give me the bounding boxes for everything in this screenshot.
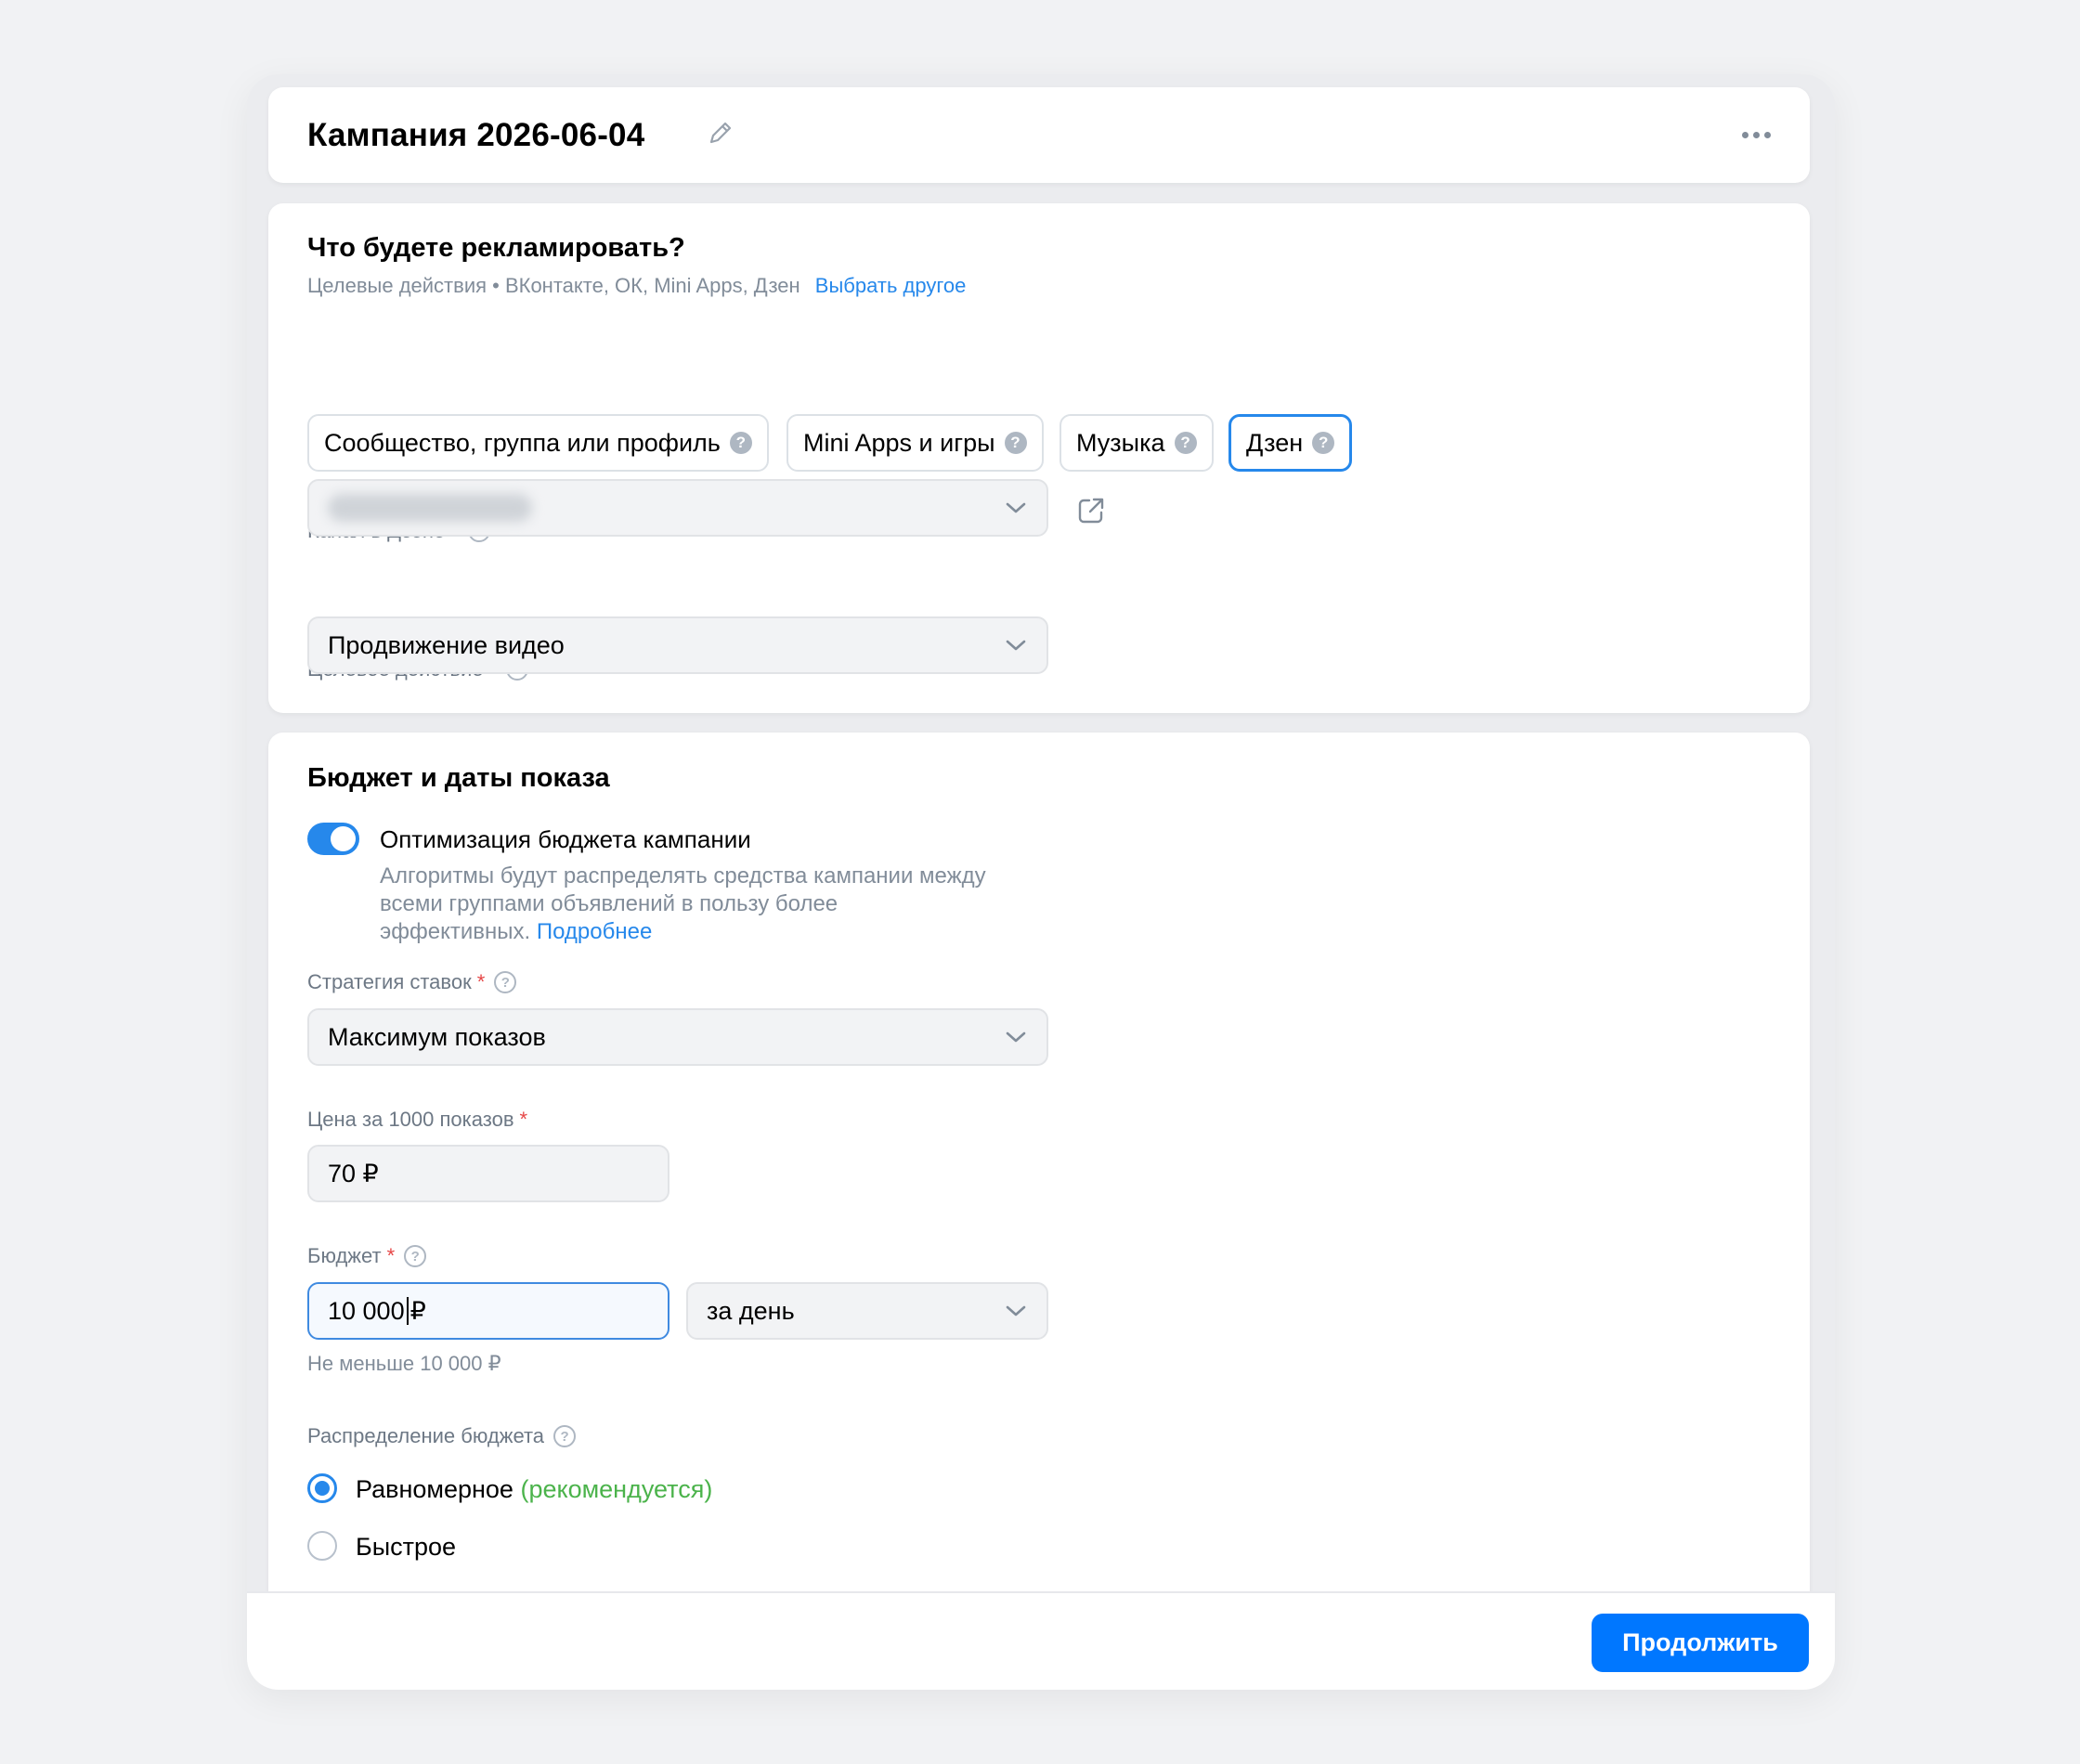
promote-subtitle: Целевые действия • ВКонтакте, ОК, Mini A… (307, 274, 966, 298)
optimization-description: Алгоритмы будут распределять средства ка… (380, 863, 1048, 946)
help-icon[interactable]: ? (1004, 432, 1027, 454)
target-action-value: Продвижение видео (328, 630, 565, 659)
chip-mini-apps[interactable]: Mini Apps и игры ? (786, 414, 1044, 472)
chevron-down-icon (1006, 1031, 1026, 1043)
budget-period-value: за день (707, 1296, 795, 1325)
strategy-field-label: Стратегия ставок * ? (307, 970, 517, 994)
budget-label-text: Бюджет (307, 1244, 382, 1267)
description-line-text: эффективных. (380, 919, 531, 944)
required-mark: * (476, 970, 486, 993)
distribution-field-label: Распределение бюджета ? (307, 1424, 577, 1448)
budget-section: Бюджет и даты показа Оптимизация бюджета… (268, 733, 1810, 1690)
help-icon[interactable]: ? (553, 1425, 577, 1447)
channel-select[interactable] (307, 479, 1048, 537)
chip-label: Mini Apps и игры (803, 428, 995, 457)
external-link-icon[interactable] (1076, 496, 1106, 530)
budget-hint: Не меньше 10 000 ₽ (307, 1352, 501, 1375)
radio-label-text: Равномерное (356, 1475, 514, 1503)
pencil-icon[interactable] (707, 119, 734, 151)
budget-currency: ₽ (410, 1296, 426, 1325)
price-label-text: Цена за 1000 показов (307, 1108, 514, 1131)
price-value: 70 ₽ (328, 1159, 379, 1187)
budget-field-label: Бюджет * ? (307, 1244, 427, 1268)
description-line: всеми группами объявлений в пользу более (380, 891, 838, 916)
chevron-down-icon (1006, 640, 1026, 651)
bid-strategy-value: Максимум показов (328, 1022, 546, 1051)
continue-button[interactable]: Продолжить (1592, 1614, 1809, 1672)
chip-music[interactable]: Музыка ? (1060, 414, 1214, 472)
learn-more-link[interactable]: Подробнее (537, 919, 652, 944)
recommended-note: (рекомендуется) (520, 1475, 713, 1503)
help-icon[interactable]: ? (404, 1245, 427, 1267)
promote-heading: Что будете рекламировать? (307, 233, 685, 263)
radio-even[interactable] (307, 1473, 337, 1503)
chip-dzen[interactable]: Дзен ? (1228, 414, 1353, 472)
help-icon[interactable]: ? (729, 432, 752, 454)
required-mark: * (519, 1108, 528, 1131)
optimization-title: Оптимизация бюджета кампании (380, 825, 751, 853)
help-icon[interactable]: ? (1312, 432, 1335, 454)
optimization-toggle[interactable] (307, 823, 359, 855)
campaign-header: Кампания 2026-06-04 (268, 87, 1810, 183)
footer-bar: Продолжить (247, 1591, 1835, 1690)
distribution-label-text: Распределение бюджета (307, 1424, 545, 1447)
campaign-editor: Кампания 2026-06-04 Что будете рекламиро… (247, 74, 1835, 1690)
budget-amount: 10 000 (328, 1296, 405, 1325)
budget-input[interactable]: 10 000 ₽ (307, 1282, 670, 1340)
description-line: эффективных. Подробнее (380, 918, 1048, 946)
description-line: Алгоритмы будут распределять средства ка… (380, 863, 986, 888)
radio-even-label[interactable]: Равномерное (рекомендуется) (356, 1475, 712, 1504)
strategy-label-text: Стратегия ставок (307, 970, 472, 993)
radio-fast-label[interactable]: Быстрое (356, 1533, 456, 1562)
help-icon[interactable]: ? (494, 971, 517, 993)
target-action-select[interactable]: Продвижение видео (307, 616, 1048, 674)
budget-heading: Бюджет и даты показа (307, 763, 610, 793)
budget-period-select[interactable]: за день (686, 1282, 1048, 1340)
chevron-down-icon (1006, 1305, 1026, 1317)
chip-label: Музыка (1076, 428, 1165, 457)
required-mark: * (386, 1244, 396, 1267)
chip-label: Сообщество, группа или профиль (324, 428, 721, 457)
help-icon[interactable]: ? (1174, 432, 1197, 454)
price-field-label: Цена за 1000 показов * (307, 1108, 527, 1132)
channel-value-blurred (328, 494, 532, 522)
price-input[interactable]: 70 ₽ (307, 1145, 670, 1202)
text-cursor (406, 1297, 409, 1325)
campaign-title: Кампания 2026-06-04 (307, 117, 645, 153)
radio-fast[interactable] (307, 1531, 337, 1561)
chip-label: Дзен (1246, 428, 1304, 457)
promote-subtitle-text: Целевые действия • ВКонтакте, ОК, Mini A… (307, 274, 800, 297)
chip-community[interactable]: Сообщество, группа или профиль ? (307, 414, 769, 472)
chevron-down-icon (1006, 502, 1026, 513)
promote-section: Что будете рекламировать? Целевые действ… (268, 203, 1810, 713)
more-icon[interactable] (1742, 132, 1771, 138)
choose-other-link[interactable]: Выбрать другое (815, 274, 967, 297)
bid-strategy-select[interactable]: Максимум показов (307, 1008, 1048, 1066)
